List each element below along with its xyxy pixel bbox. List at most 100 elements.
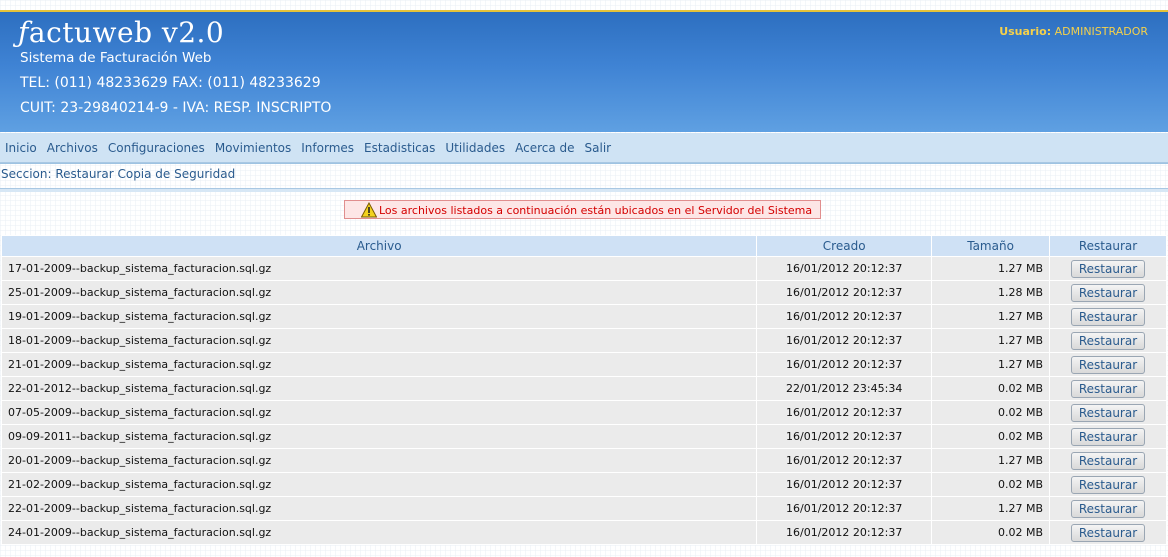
file-name-cell: 20-01-2009--backup_sistema_facturacion.s… <box>0 448 758 473</box>
file-name-cell: 19-01-2009--backup_sistema_facturacion.s… <box>0 304 758 329</box>
file-name-cell: 09-09-2011--backup_sistema_facturacion.s… <box>0 424 758 449</box>
restore-button[interactable]: Restaurar <box>1071 403 1145 422</box>
file-name-cell: 21-02-2009--backup_sistema_facturacion.s… <box>0 472 758 497</box>
file-name-cell: 24-01-2009--backup_sistema_facturacion.s… <box>0 520 758 545</box>
menu-item-estadisticas[interactable]: Estadisticas <box>364 141 435 155</box>
table-row: 25-01-2009--backup_sistema_facturacion.s… <box>0 280 1167 305</box>
file-name-cell: 22-01-2012--backup_sistema_facturacion.s… <box>0 376 758 401</box>
restore-cell: Restaurar <box>1049 424 1167 449</box>
table-row: 18-01-2009--backup_sistema_facturacion.s… <box>0 328 1167 353</box>
column-header-created: Creado <box>756 235 933 257</box>
table-row: 09-09-2011--backup_sistema_facturacion.s… <box>0 424 1167 449</box>
created-date-cell: 16/01/2012 20:12:37 <box>756 496 933 521</box>
file-name-cell: 07-05-2009--backup_sistema_facturacion.s… <box>0 400 758 425</box>
restore-button[interactable]: Restaurar <box>1071 307 1145 326</box>
table-row: 20-01-2009--backup_sistema_facturacion.s… <box>0 448 1167 473</box>
restore-cell: Restaurar <box>1049 328 1167 353</box>
created-date-cell: 16/01/2012 20:12:37 <box>756 424 933 449</box>
current-user: Usuario: ADMINISTRADOR <box>999 25 1148 38</box>
app-logo: ƒactuweb v2.0 <box>18 16 224 49</box>
divider <box>0 162 1168 163</box>
restore-cell: Restaurar <box>1049 352 1167 377</box>
created-date-cell: 22/01/2012 23:45:34 <box>756 376 933 401</box>
restore-button[interactable]: Restaurar <box>1071 355 1145 374</box>
table-row: 22-01-2012--backup_sistema_facturacion.s… <box>0 376 1167 401</box>
table-row: 24-01-2009--backup_sistema_facturacion.s… <box>0 520 1167 545</box>
warning-banner: Los archivos listados a continuación est… <box>344 200 821 219</box>
created-date-cell: 16/01/2012 20:12:37 <box>756 400 933 425</box>
file-size-cell: 1.27 MB <box>931 352 1051 377</box>
column-header-size: Tamaño <box>931 235 1051 257</box>
restore-button[interactable]: Restaurar <box>1071 259 1145 278</box>
created-date-cell: 16/01/2012 20:12:37 <box>756 328 933 353</box>
restore-button[interactable]: Restaurar <box>1071 283 1145 302</box>
restore-cell: Restaurar <box>1049 400 1167 425</box>
table-row: 21-01-2009--backup_sistema_facturacion.s… <box>0 352 1167 377</box>
restore-cell: Restaurar <box>1049 448 1167 473</box>
created-date-cell: 16/01/2012 20:12:37 <box>756 352 933 377</box>
table-header-row: Archivo Creado Tamaño Restaurar <box>0 235 1167 257</box>
file-size-cell: 0.02 MB <box>931 424 1051 449</box>
restore-cell: Restaurar <box>1049 376 1167 401</box>
created-date-cell: 16/01/2012 20:12:37 <box>756 256 933 281</box>
created-date-cell: 16/01/2012 20:12:37 <box>756 304 933 329</box>
menu-item-salir[interactable]: Salir <box>585 141 612 155</box>
file-size-cell: 1.27 MB <box>931 496 1051 521</box>
table-row: 19-01-2009--backup_sistema_facturacion.s… <box>0 304 1167 329</box>
created-date-cell: 16/01/2012 20:12:37 <box>756 448 933 473</box>
file-name-cell: 22-01-2009--backup_sistema_facturacion.s… <box>0 496 758 521</box>
restore-button[interactable]: Restaurar <box>1071 523 1145 542</box>
restore-cell: Restaurar <box>1049 280 1167 305</box>
table-row: 07-05-2009--backup_sistema_facturacion.s… <box>0 400 1167 425</box>
menu-item-informes[interactable]: Informes <box>301 141 354 155</box>
restore-button[interactable]: Restaurar <box>1071 499 1145 518</box>
file-size-cell: 1.28 MB <box>931 280 1051 305</box>
file-size-cell: 0.02 MB <box>931 376 1051 401</box>
warning-text: Los archivos listados a continuación est… <box>379 204 813 217</box>
created-date-cell: 16/01/2012 20:12:37 <box>756 280 933 305</box>
created-date-cell: 16/01/2012 20:12:37 <box>756 520 933 545</box>
file-size-cell: 1.27 MB <box>931 256 1051 281</box>
file-name-cell: 18-01-2009--backup_sistema_facturacion.s… <box>0 328 758 353</box>
page: ƒactuweb v2.0 Sistema de Facturación Web… <box>0 0 1168 557</box>
main-menu-bar: Inicio Archivos Configuraciones Movimientos… <box>0 133 1168 164</box>
user-name: ADMINISTRADOR <box>1054 25 1148 38</box>
app-header: ƒactuweb v2.0 Sistema de Facturación Web… <box>0 12 1168 132</box>
column-header-restore: Restaurar <box>1049 235 1167 257</box>
menu-item-inicio[interactable]: Inicio <box>5 141 37 155</box>
restore-cell: Restaurar <box>1049 256 1167 281</box>
file-size-cell: 1.27 MB <box>931 304 1051 329</box>
restore-button[interactable]: Restaurar <box>1071 379 1145 398</box>
file-size-cell: 1.27 MB <box>931 448 1051 473</box>
logo-initial: ƒ <box>18 16 29 49</box>
warning-triangle-icon <box>361 202 377 218</box>
app-tagline: Sistema de Facturación Web <box>20 50 212 66</box>
menu-item-archivos[interactable]: Archivos <box>47 141 98 155</box>
restore-cell: Restaurar <box>1049 304 1167 329</box>
logo-text: actuweb v2.0 <box>28 16 225 49</box>
menu-item-movimientos[interactable]: Movimientos <box>215 141 291 155</box>
restore-button[interactable]: Restaurar <box>1071 451 1145 470</box>
menu-item-utilidades[interactable]: Utilidades <box>445 141 505 155</box>
restore-cell: Restaurar <box>1049 496 1167 521</box>
restore-cell: Restaurar <box>1049 472 1167 497</box>
table-row: 17-01-2009--backup_sistema_facturacion.s… <box>0 256 1167 281</box>
menu-item-configuraciones[interactable]: Configuraciones <box>108 141 205 155</box>
restore-button[interactable]: Restaurar <box>1071 427 1145 446</box>
backup-files-table: Archivo Creado Tamaño Restaurar 17-01-20… <box>0 235 1167 545</box>
restore-button[interactable]: Restaurar <box>1071 331 1145 350</box>
user-label: Usuario: <box>999 25 1052 38</box>
restore-button[interactable]: Restaurar <box>1071 475 1145 494</box>
column-header-file: Archivo <box>0 235 758 257</box>
section-title: Seccion: Restaurar Copia de Seguridad <box>1 167 236 181</box>
file-name-cell: 21-01-2009--backup_sistema_facturacion.s… <box>0 352 758 377</box>
file-size-cell: 0.02 MB <box>931 520 1051 545</box>
menu-item-acerca-de[interactable]: Acerca de <box>515 141 574 155</box>
file-size-cell: 1.27 MB <box>931 328 1051 353</box>
contact-phone: TEL: (011) 48233629 FAX: (011) 48233629 <box>20 75 321 91</box>
file-name-cell: 17-01-2009--backup_sistema_facturacion.s… <box>0 256 758 281</box>
file-size-cell: 0.02 MB <box>931 472 1051 497</box>
file-size-cell: 0.02 MB <box>931 400 1051 425</box>
divider <box>0 188 1168 192</box>
table-row: 22-01-2009--backup_sistema_facturacion.s… <box>0 496 1167 521</box>
